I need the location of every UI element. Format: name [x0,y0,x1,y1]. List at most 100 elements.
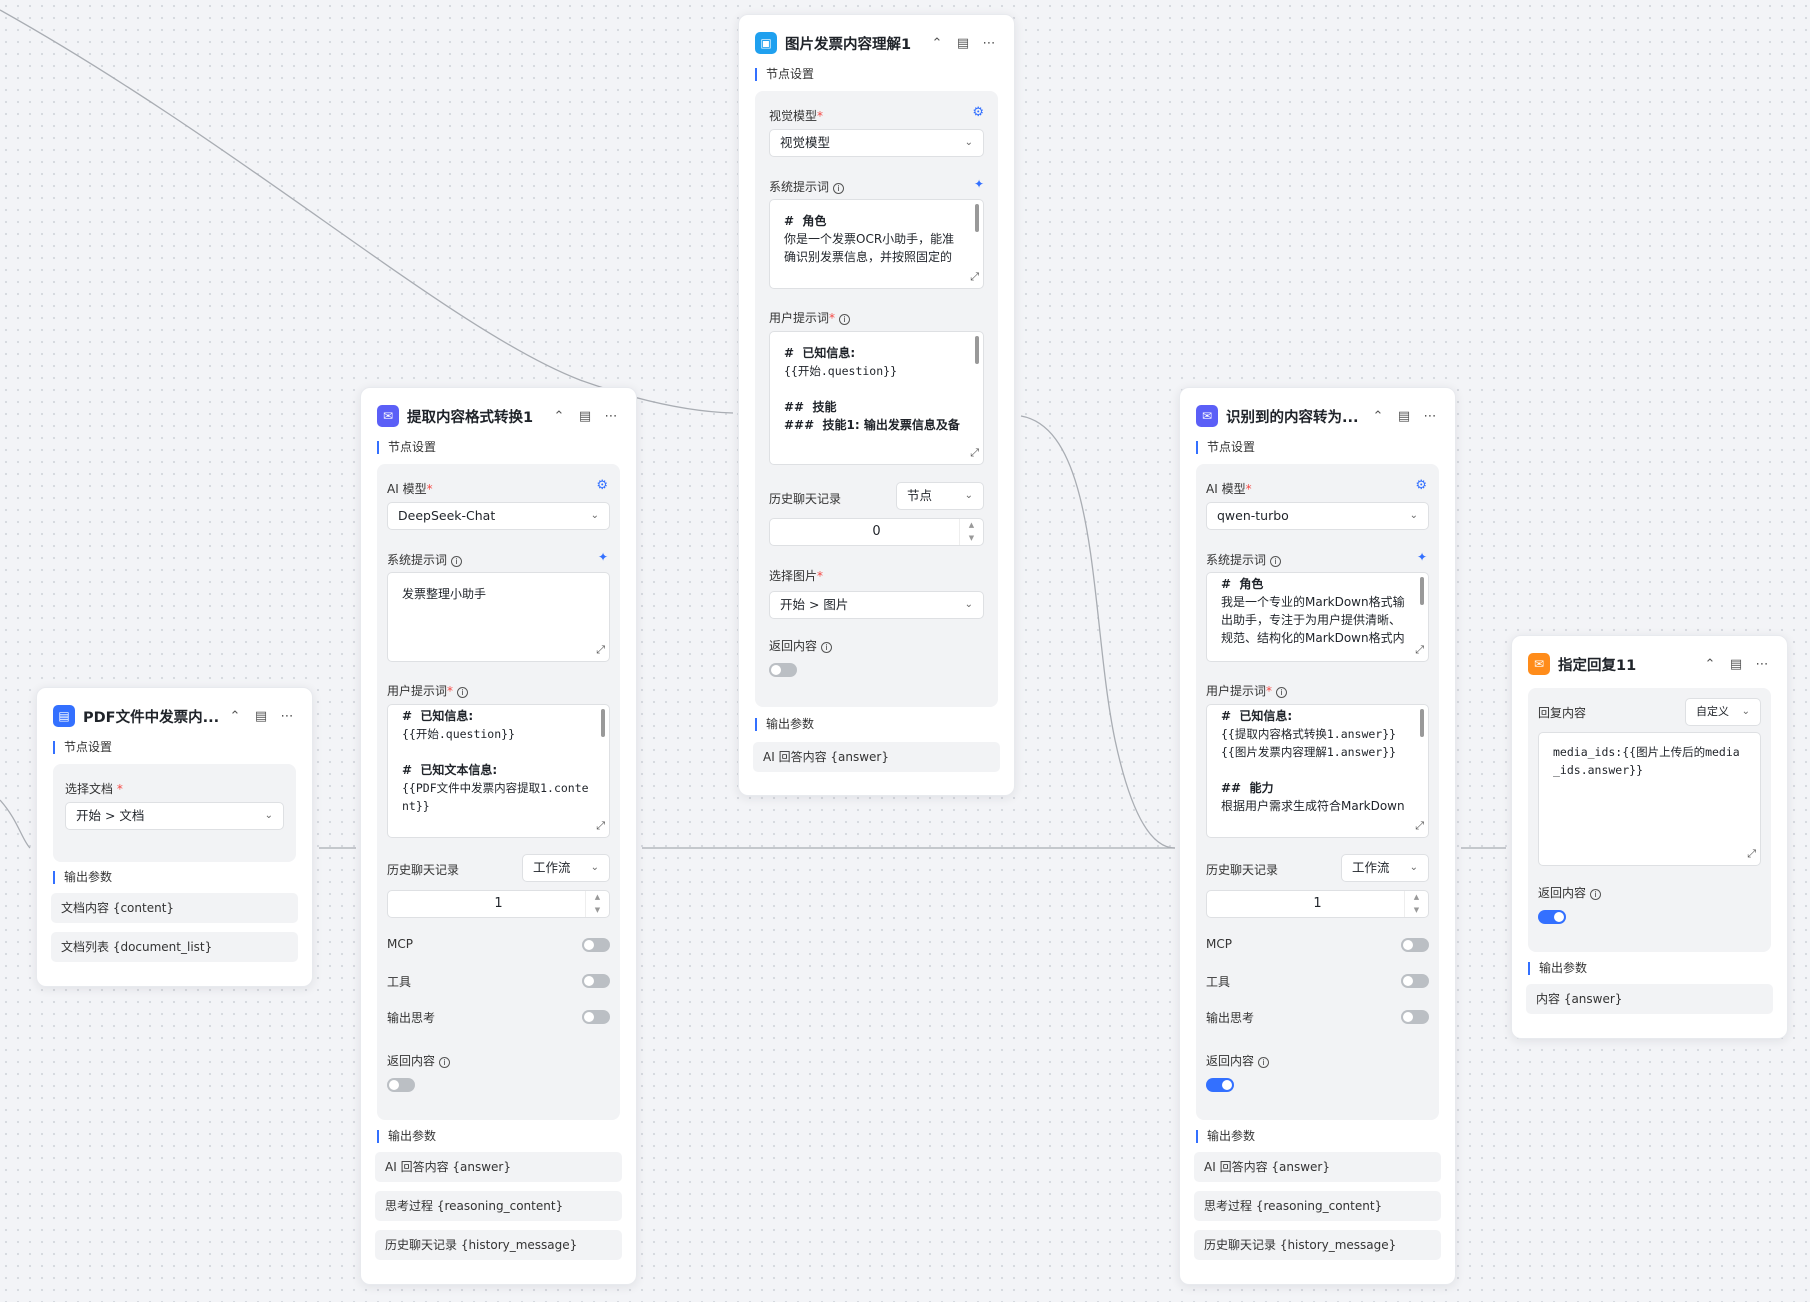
think-toggle[interactable] [1401,1010,1429,1024]
ai-model-dropdown[interactable]: DeepSeek-Chat ⌄ [387,502,610,530]
gear-icon[interactable]: ⚙ [972,105,984,120]
chevron-down-icon: ⌄ [264,810,273,821]
return-label: 返回内容 i [769,637,833,654]
info-icon: i [821,642,833,653]
debug-icon[interactable]: ▤ [1725,657,1747,672]
expand-icon[interactable]: ⤢ [1415,817,1424,835]
node-header: ▤ PDF文件中发票内... ⌃ ▤ ⋯ [53,702,298,730]
node-extract-convert[interactable]: ✉ 提取内容格式转换1 ⌃ ▤ ⋯ 节点设置 AI 模型* ⚙ DeepSeek… [360,387,637,1285]
settings-panel: AI 模型* ⚙ DeepSeek-Chat ⌄ 系统提示词 i ✦ 发票整理小助手… [377,464,620,1120]
think-toggle[interactable] [582,1010,610,1024]
stepper-icon[interactable]: ▲ ▼ [585,891,609,917]
scrollbar[interactable] [601,709,605,737]
debug-icon[interactable]: ▤ [574,409,596,424]
system-prompt-textarea[interactable]: # 角色 你是一个发票OCR小助手，能准确识别发票信息，并按照固定的 ⤢ [769,199,984,289]
return-toggle[interactable] [1206,1078,1234,1092]
chevron-down-icon: ⌄ [964,137,973,148]
tools-toggle[interactable] [582,974,610,988]
return-toggle[interactable] [387,1078,415,1092]
stepper-icon[interactable]: ▲ ▼ [959,519,983,545]
select-doc-dropdown[interactable]: 开始 > 文档 ⌄ [65,802,284,830]
mcp-label: MCP [1206,937,1232,951]
history-count-input[interactable]: 1 ▲ ▼ [1206,890,1429,918]
collapse-icon[interactable]: ⌃ [926,36,948,51]
expand-icon[interactable]: ⤢ [596,817,605,835]
mcp-toggle[interactable] [1401,938,1429,952]
select-image-dropdown[interactable]: 开始 > 图片 ⌄ [769,591,984,619]
user-prompt-textarea[interactable]: # 已知信息: {{开始.question}} ## 技能 ### 技能1: 输… [769,331,984,465]
select-doc-label: 选择文档 * [65,782,123,796]
more-icon[interactable]: ⋯ [978,36,1000,51]
return-toggle[interactable] [769,663,797,677]
document-icon: ▤ [53,705,75,727]
collapse-icon[interactable]: ⌃ [548,409,570,424]
expand-icon[interactable]: ⤢ [596,641,605,659]
node-pdf-extract[interactable]: ▤ PDF文件中发票内... ⌃ ▤ ⋯ 节点设置 选择文档 * 开始 > 文档… [36,687,313,987]
chevron-down-icon: ⌄ [1741,706,1750,717]
debug-icon[interactable]: ▤ [1393,409,1415,424]
system-prompt-textarea[interactable]: 发票整理小助手 ⤢ [387,572,610,662]
more-icon[interactable]: ⋯ [1751,657,1773,672]
more-icon[interactable]: ⋯ [600,409,622,424]
node-image-understand[interactable]: ▣ 图片发票内容理解1 ⌃ ▤ ⋯ 节点设置 视觉模型* ⚙ 视觉模型 ⌄ 系统提… [738,14,1015,796]
history-mode-dropdown[interactable]: 工作流 ⌄ [522,854,610,882]
node-fixed-reply[interactable]: ✉ 指定回复11 ⌃ ▤ ⋯ 回复内容 自定义 ⌄ media_ids:{{图片上… [1511,635,1788,1039]
history-mode-dropdown[interactable]: 节点 ⌄ [896,482,984,510]
more-icon[interactable]: ⋯ [276,709,298,724]
gear-icon[interactable]: ⚙ [596,478,608,493]
vision-model-dropdown[interactable]: 视觉模型 ⌄ [769,129,984,157]
sparkle-icon[interactable]: ✦ [598,550,608,564]
ai-model-dropdown[interactable]: qwen-turbo ⌄ [1206,502,1429,530]
collapse-icon[interactable]: ⌃ [1367,409,1389,424]
chevron-down-icon: ⌄ [964,490,973,501]
expand-icon[interactable]: ⤢ [970,444,979,462]
history-mode-dropdown[interactable]: 工作流 ⌄ [1341,854,1429,882]
scrollbar[interactable] [1420,709,1424,737]
info-icon: i [1270,556,1282,567]
debug-icon[interactable]: ▤ [952,36,974,51]
output-param: 内容 {answer} [1526,984,1773,1014]
system-prompt-label: 系统提示词 i [387,551,463,568]
output-param: 思考过程 {reasoning_content} [1194,1191,1441,1221]
output-param: 文档内容 {content} [51,893,298,923]
stepper-icon[interactable]: ▲ ▼ [1404,891,1428,917]
history-label: 历史聊天记录 [769,492,842,506]
section-output: 输出参数 [377,1130,436,1143]
info-icon: i [833,183,845,194]
user-prompt-label: 用户提示词* i [387,682,469,699]
history-count-input[interactable]: 1 ▲ ▼ [387,890,610,918]
tools-toggle[interactable] [1401,974,1429,988]
scrollbar[interactable] [1420,577,1424,605]
user-prompt-textarea[interactable]: # 已知信息: {{提取内容格式转换1.answer}} {{图片发票内容理解1… [1206,704,1429,838]
node-convert-markdown[interactable]: ✉ 识别到的内容转为... ⌃ ▤ ⋯ 节点设置 AI 模型* ⚙ qwen-t… [1179,387,1456,1285]
expand-icon[interactable]: ⤢ [1747,845,1756,863]
collapse-icon[interactable]: ⌃ [1699,657,1721,672]
settings-panel: AI 模型* ⚙ qwen-turbo ⌄ 系统提示词 i ✦ # 角色 我是一个专… [1196,464,1439,1120]
return-toggle[interactable] [1538,910,1566,924]
expand-icon[interactable]: ⤢ [1415,641,1424,659]
scrollbar[interactable] [975,204,979,232]
system-prompt-textarea[interactable]: # 角色 我是一个专业的MarkDown格式输出助手，专注于为用户提供清晰、规范… [1206,572,1429,662]
section-output: 输出参数 [1528,962,1587,975]
vision-model-label: 视觉模型* [769,109,824,123]
sparkle-icon[interactable]: ✦ [974,177,984,191]
tools-label: 工具 [387,975,412,989]
output-param: AI 回答内容 {answer} [1194,1152,1441,1182]
node-title: 提取内容格式转换1 [407,409,534,426]
gear-icon[interactable]: ⚙ [1415,478,1427,493]
system-prompt-label: 系统提示词 i [769,178,845,195]
expand-icon[interactable]: ⤢ [970,268,979,286]
select-image-label: 选择图片* [769,569,824,583]
mcp-toggle[interactable] [582,938,610,952]
image-icon: ▣ [755,32,777,54]
debug-icon[interactable]: ▤ [250,709,272,724]
user-prompt-textarea[interactable]: # 已知信息: {{开始.question}} # 已知文本信息: {{PDF文… [387,704,610,838]
scrollbar[interactable] [975,336,979,364]
more-icon[interactable]: ⋯ [1419,409,1441,424]
collapse-icon[interactable]: ⌃ [224,709,246,724]
node-header: ✉ 识别到的内容转为... ⌃ ▤ ⋯ [1196,402,1441,430]
sparkle-icon[interactable]: ✦ [1417,550,1427,564]
reply-content-textarea[interactable]: media_ids:{{图片上传后的media_ids.answer}} ⤢ [1538,732,1761,866]
reply-mode-dropdown[interactable]: 自定义 ⌄ [1685,698,1761,726]
history-count-input[interactable]: 0 ▲ ▼ [769,518,984,546]
